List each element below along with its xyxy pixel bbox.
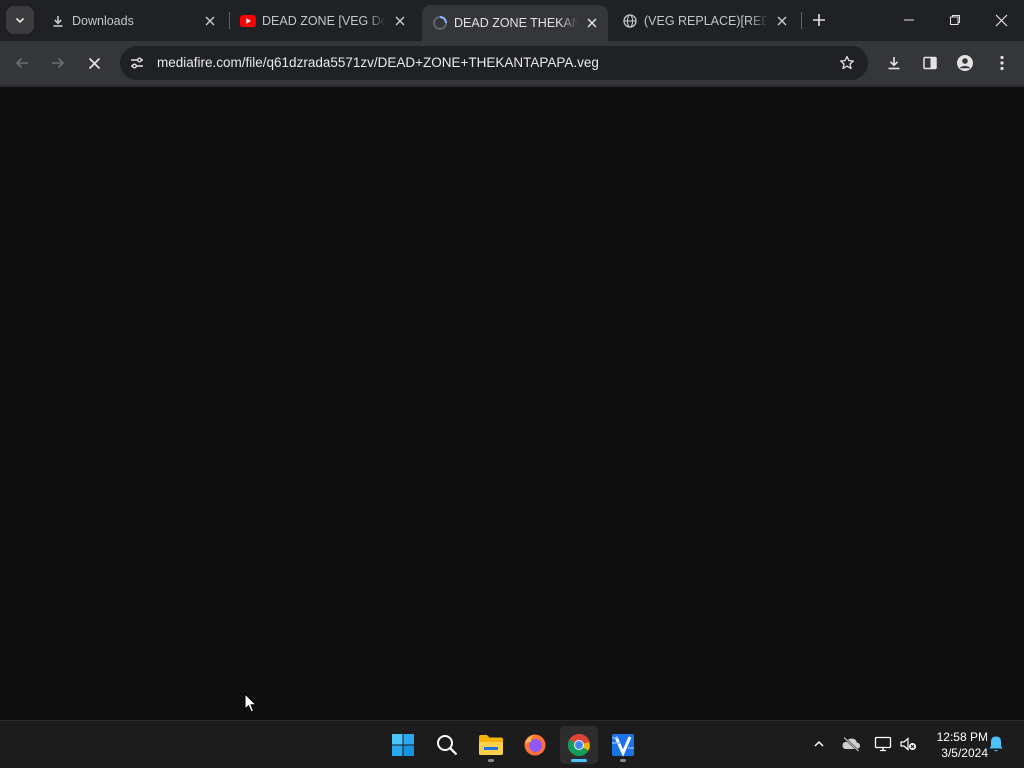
tab-search-button[interactable] xyxy=(6,6,34,34)
close-icon xyxy=(88,57,100,69)
start-button[interactable] xyxy=(384,726,422,764)
side-panel-icon xyxy=(923,56,937,70)
tab-title: DEAD ZONE [VEG Download] xyxy=(262,13,386,28)
browser-toolbar: mediafire.com/file/q61dzrada5571zv/DEAD+… xyxy=(0,41,1024,85)
youtube-icon xyxy=(240,13,256,29)
mouse-cursor-icon xyxy=(244,693,258,713)
back-button[interactable] xyxy=(8,49,36,77)
network-button[interactable] xyxy=(872,733,894,755)
running-indicator xyxy=(488,759,494,762)
site-info-icon[interactable] xyxy=(128,54,146,72)
clock-time: 12:58 PM xyxy=(936,730,988,744)
arrow-left-icon xyxy=(15,57,28,69)
search-icon xyxy=(437,735,458,756)
show-hidden-icons-button[interactable] xyxy=(808,733,830,755)
bookmark-star-icon[interactable] xyxy=(838,54,856,72)
tab-veg-replace[interactable]: (VEG REPLACE)[RED ZONE] xyxy=(612,6,798,35)
address-bar[interactable]: mediafire.com/file/q61dzrada5571zv/DEAD+… xyxy=(120,46,868,80)
folder-icon xyxy=(479,735,503,755)
windows-taskbar: 12:58 PM 3/5/2024 xyxy=(0,720,1024,768)
new-tab-button[interactable] xyxy=(807,8,831,32)
globe-icon xyxy=(622,13,638,29)
running-indicator xyxy=(571,759,587,762)
side-panel-button[interactable] xyxy=(916,49,944,77)
vegas-pro-icon xyxy=(612,734,634,757)
tab-separator xyxy=(801,12,802,29)
close-tab-icon[interactable] xyxy=(584,15,600,31)
profile-button[interactable] xyxy=(951,49,979,77)
onedrive-button[interactable] xyxy=(840,733,862,755)
network-icon xyxy=(874,736,892,752)
windows-logo-icon xyxy=(392,734,414,756)
page-content-loading xyxy=(0,87,1024,720)
download-icon xyxy=(888,57,900,70)
chrome-icon xyxy=(568,734,590,756)
tab-strip: Downloads DEAD ZONE [VEG Download] DEAD … xyxy=(0,0,1024,41)
close-icon xyxy=(995,14,1007,26)
chrome-button[interactable] xyxy=(560,726,598,764)
taskbar-search-button[interactable] xyxy=(428,726,466,764)
forward-button[interactable] xyxy=(44,49,72,77)
cloud-off-icon xyxy=(842,736,860,752)
close-window-button[interactable] xyxy=(978,0,1024,40)
tab-title: (VEG REPLACE)[RED ZONE] xyxy=(644,13,768,28)
tab-title: DEAD ZONE THEKANTAPAPA xyxy=(454,16,578,30)
tab-downloads[interactable]: Downloads xyxy=(40,6,226,35)
url-text[interactable]: mediafire.com/file/q61dzrada5571zv/DEAD+… xyxy=(157,55,599,70)
minimize-icon xyxy=(904,19,914,21)
running-indicator xyxy=(620,759,626,762)
bell-icon xyxy=(989,736,1003,752)
avatar-icon xyxy=(957,55,973,71)
download-icon xyxy=(50,13,66,29)
chevron-down-icon xyxy=(15,17,25,24)
tab-dead-zone-youtube[interactable]: DEAD ZONE [VEG Download] xyxy=(230,6,416,35)
loading-spinner-icon xyxy=(432,15,448,31)
restore-button[interactable] xyxy=(932,0,978,40)
clock-date: 3/5/2024 xyxy=(941,746,988,760)
chevron-up-icon xyxy=(814,740,824,747)
stop-loading-button[interactable] xyxy=(80,49,108,77)
restore-icon xyxy=(950,15,960,25)
notifications-button[interactable] xyxy=(985,733,1007,755)
close-tab-icon[interactable] xyxy=(392,13,408,29)
tab-title: Downloads xyxy=(72,13,134,28)
minimize-button[interactable] xyxy=(886,0,932,40)
downloads-button[interactable] xyxy=(880,49,908,77)
arrow-right-icon xyxy=(52,57,65,69)
menu-button[interactable] xyxy=(988,49,1016,77)
volume-button[interactable] xyxy=(897,733,919,755)
volume-muted-icon xyxy=(900,737,916,751)
firefox-icon xyxy=(524,734,546,756)
firefox-button[interactable] xyxy=(516,726,554,764)
tab-dead-zone-thekantapapa[interactable]: DEAD ZONE THEKANTAPAPA xyxy=(422,5,608,41)
close-tab-icon[interactable] xyxy=(202,13,218,29)
file-explorer-button[interactable] xyxy=(472,726,510,764)
close-tab-icon[interactable] xyxy=(774,13,790,29)
more-vertical-icon xyxy=(1000,55,1004,71)
vegas-pro-button[interactable] xyxy=(604,726,642,764)
plus-icon xyxy=(813,14,825,26)
clock[interactable]: 12:58 PM 3/5/2024 xyxy=(924,729,988,761)
